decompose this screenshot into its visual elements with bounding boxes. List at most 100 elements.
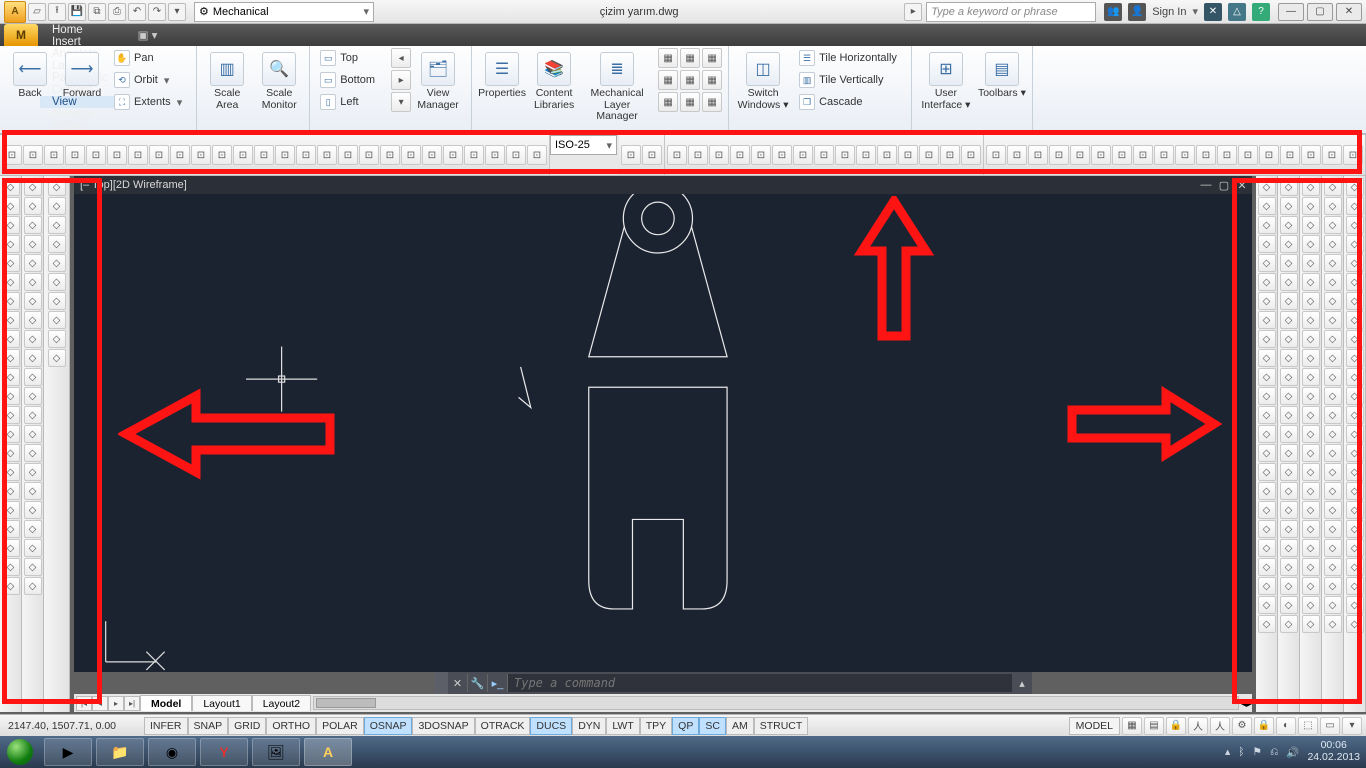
toggle-dyn[interactable]: DYN xyxy=(572,717,606,735)
modify-btn-18[interactable]: ◇ xyxy=(24,520,42,538)
rt5-btn-4[interactable]: ◇ xyxy=(1346,254,1364,272)
draw-btn-0[interactable]: ◇ xyxy=(2,178,20,196)
nav-forward-button[interactable]: ⟶Forward xyxy=(58,48,106,100)
dim-btn-6[interactable]: ⊡ xyxy=(128,145,148,165)
ucs-btn-5[interactable]: ⊡ xyxy=(772,145,792,165)
qat-print-icon[interactable]: ⎙ xyxy=(108,3,126,21)
pal-3-icon[interactable]: ▦ xyxy=(702,48,722,68)
minimize-button[interactable]: — xyxy=(1278,3,1304,21)
qat-more-icon[interactable]: ▾ xyxy=(168,3,186,21)
view3d-btn-8[interactable]: ⊡ xyxy=(1154,145,1174,165)
modify-btn-10[interactable]: ◇ xyxy=(24,368,42,386)
rt5-btn-6[interactable]: ◇ xyxy=(1346,292,1364,310)
rt3-btn-8[interactable]: ◇ xyxy=(1302,330,1320,348)
draw-btn-15[interactable]: ◇ xyxy=(2,463,20,481)
rt2-btn-19[interactable]: ◇ xyxy=(1280,539,1298,557)
rt2-btn-6[interactable]: ◇ xyxy=(1280,292,1298,310)
rt3-btn-5[interactable]: ◇ xyxy=(1302,273,1320,291)
nav-back-button[interactable]: ⟵Back xyxy=(6,48,54,100)
dimedit-btn-1[interactable]: ⊡ xyxy=(642,145,662,165)
rt5-btn-13[interactable]: ◇ xyxy=(1346,425,1364,443)
rt4-btn-8[interactable]: ◇ xyxy=(1324,330,1342,348)
status-lock-icon[interactable]: 🔒 xyxy=(1254,717,1274,735)
pal-2-icon[interactable]: ▦ xyxy=(680,48,700,68)
rt3-btn-1[interactable]: ◇ xyxy=(1302,197,1320,215)
help-search-input[interactable]: Type a keyword or phrase xyxy=(926,2,1096,22)
rt1-btn-2[interactable]: ◇ xyxy=(1258,216,1276,234)
draw-btn-17[interactable]: ◇ xyxy=(2,501,20,519)
layout-next-icon[interactable]: ▸ xyxy=(108,696,124,711)
canvas[interactable] xyxy=(74,194,1252,672)
text-btn-1[interactable]: ◇ xyxy=(48,197,66,215)
rt1-btn-17[interactable]: ◇ xyxy=(1258,501,1276,519)
qat-new-icon[interactable]: ▱ xyxy=(28,3,46,21)
rt3-btn-22[interactable]: ◇ xyxy=(1302,596,1320,614)
rt4-btn-13[interactable]: ◇ xyxy=(1324,425,1342,443)
rt2-btn-13[interactable]: ◇ xyxy=(1280,425,1298,443)
workspace-dropdown[interactable]: ⚙ Mechanical xyxy=(194,2,374,22)
toggle-am[interactable]: AM xyxy=(726,717,754,735)
rt1-btn-21[interactable]: ◇ xyxy=(1258,577,1276,595)
ucs-btn-10[interactable]: ⊡ xyxy=(877,145,897,165)
text-btn-7[interactable]: ◇ xyxy=(48,311,66,329)
dim-btn-24[interactable]: ⊡ xyxy=(506,145,526,165)
ucs-btn-8[interactable]: ⊡ xyxy=(835,145,855,165)
rt5-btn-23[interactable]: ◇ xyxy=(1346,615,1364,633)
draw-btn-7[interactable]: ◇ xyxy=(2,311,20,329)
rt5-btn-3[interactable]: ◇ xyxy=(1346,235,1364,253)
rt1-btn-15[interactable]: ◇ xyxy=(1258,463,1276,481)
toggle-polar[interactable]: POLAR xyxy=(316,717,364,735)
view3d-btn-4[interactable]: ⊡ xyxy=(1070,145,1090,165)
rt3-btn-2[interactable]: ◇ xyxy=(1302,216,1320,234)
text-btn-4[interactable]: ◇ xyxy=(48,254,66,272)
rt5-btn-14[interactable]: ◇ xyxy=(1346,444,1364,462)
pan-button[interactable]: ✋Pan xyxy=(110,48,190,68)
rt5-btn-15[interactable]: ◇ xyxy=(1346,463,1364,481)
layout-tab-layout1[interactable]: Layout1 xyxy=(192,695,251,711)
view3d-btn-11[interactable]: ⊡ xyxy=(1217,145,1237,165)
rt1-btn-9[interactable]: ◇ xyxy=(1258,349,1276,367)
rt4-btn-0[interactable]: ◇ xyxy=(1324,178,1342,196)
modify-btn-20[interactable]: ◇ xyxy=(24,558,42,576)
task-mediaplayer-icon[interactable]: ▶ xyxy=(44,738,92,766)
toggle-snap[interactable]: SNAP xyxy=(188,717,229,735)
rt1-btn-20[interactable]: ◇ xyxy=(1258,558,1276,576)
pal-8-icon[interactable]: ▦ xyxy=(680,92,700,112)
rt4-btn-6[interactable]: ◇ xyxy=(1324,292,1342,310)
rt5-btn-0[interactable]: ◇ xyxy=(1346,178,1364,196)
pal-6-icon[interactable]: ▦ xyxy=(702,70,722,90)
rt4-btn-18[interactable]: ◇ xyxy=(1324,520,1342,538)
rt3-btn-0[interactable]: ◇ xyxy=(1302,178,1320,196)
rt4-btn-12[interactable]: ◇ xyxy=(1324,406,1342,424)
viewport-label[interactable]: [– Top][2D Wireframe] xyxy=(80,179,187,191)
rt2-btn-22[interactable]: ◇ xyxy=(1280,596,1298,614)
modify-btn-12[interactable]: ◇ xyxy=(24,406,42,424)
rt1-btn-16[interactable]: ◇ xyxy=(1258,482,1276,500)
view3d-btn-6[interactable]: ⊡ xyxy=(1112,145,1132,165)
signin-label[interactable]: Sign In xyxy=(1152,6,1186,18)
tray-bluetooth-icon[interactable]: ᛒ xyxy=(1238,746,1244,758)
view3d-btn-16[interactable]: ⊡ xyxy=(1322,145,1342,165)
modify-btn-7[interactable]: ◇ xyxy=(24,311,42,329)
rt1-btn-13[interactable]: ◇ xyxy=(1258,425,1276,443)
rt3-btn-20[interactable]: ◇ xyxy=(1302,558,1320,576)
view-prev-icon[interactable]: ◂ xyxy=(391,48,411,68)
rt5-btn-18[interactable]: ◇ xyxy=(1346,520,1364,538)
rt1-btn-6[interactable]: ◇ xyxy=(1258,292,1276,310)
pal-1-icon[interactable]: ▦ xyxy=(658,48,678,68)
dimedit-btn-0[interactable]: ⊡ xyxy=(621,145,641,165)
dim-btn-14[interactable]: ⊡ xyxy=(296,145,316,165)
rt3-btn-17[interactable]: ◇ xyxy=(1302,501,1320,519)
view3d-btn-5[interactable]: ⊡ xyxy=(1091,145,1111,165)
status-annovis-icon[interactable]: 人 xyxy=(1210,717,1230,735)
user-icon[interactable]: 👤 xyxy=(1128,3,1146,21)
view3d-btn-10[interactable]: ⊡ xyxy=(1196,145,1216,165)
qat-redo-icon[interactable]: ↷ xyxy=(148,3,166,21)
rt5-btn-2[interactable]: ◇ xyxy=(1346,216,1364,234)
pal-7-icon[interactable]: ▦ xyxy=(658,92,678,112)
layout-prev-icon[interactable]: ◂ xyxy=(92,696,108,711)
task-explorer-icon[interactable]: 📁 xyxy=(96,738,144,766)
close-button[interactable]: ✕ xyxy=(1336,3,1362,21)
rt3-btn-9[interactable]: ◇ xyxy=(1302,349,1320,367)
maximize-button[interactable]: ▢ xyxy=(1307,3,1333,21)
